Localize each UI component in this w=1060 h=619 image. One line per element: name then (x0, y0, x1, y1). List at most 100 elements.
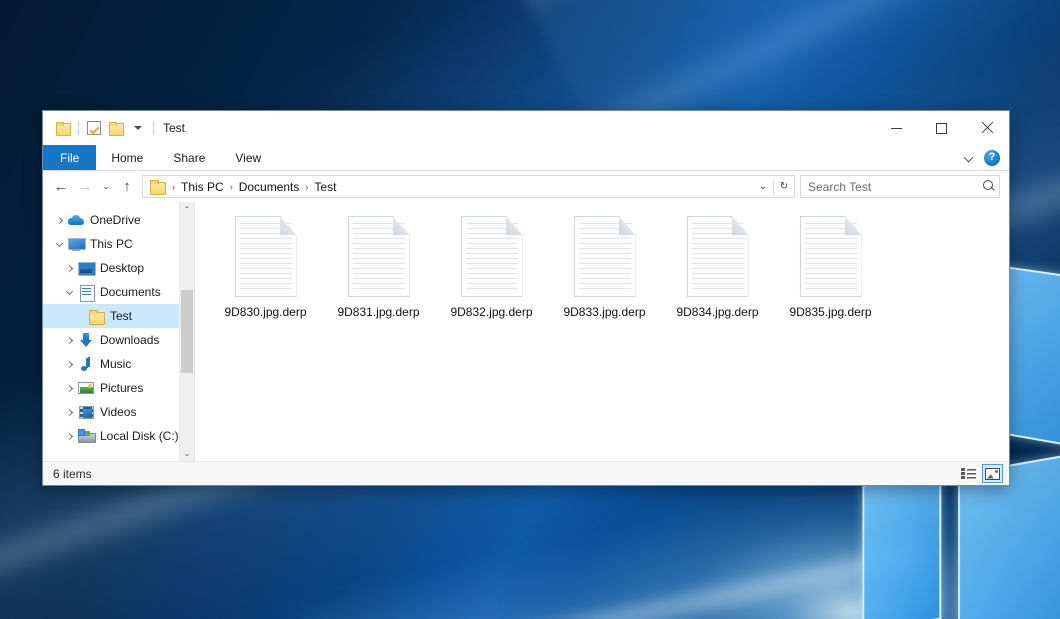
scrollbar-thumb[interactable] (181, 290, 193, 372)
new-folder-icon[interactable] (105, 117, 127, 139)
windows-logo-pane-bottom-left (862, 466, 941, 619)
expand-ribbon-chevron-down-icon[interactable] (965, 153, 974, 162)
sidebar-item-label: Documents (100, 285, 161, 299)
file-name-label: 9D831.jpg.derp (334, 304, 422, 321)
chevron-down-icon[interactable] (51, 232, 67, 256)
close-icon (981, 122, 993, 134)
chevron-right-icon[interactable] (61, 400, 77, 424)
item-count-label: 6 items (53, 467, 92, 481)
sidebar-item-label: Local Disk (C:) (100, 429, 179, 443)
sidebar-item-downloads[interactable]: Downloads (43, 328, 179, 352)
folder-icon[interactable] (52, 117, 74, 139)
file-item[interactable]: 9D834.jpg.derp (661, 214, 774, 334)
minimize-icon (891, 128, 902, 129)
chevron-right-icon[interactable] (51, 208, 67, 232)
back-button[interactable]: ← (49, 175, 73, 199)
large-icons-view-icon (985, 468, 1000, 480)
sidebar-item-label: OneDrive (90, 213, 141, 227)
chevron-right-icon[interactable] (61, 328, 77, 352)
minimize-button[interactable] (874, 111, 919, 145)
tab-home[interactable]: Home (96, 145, 158, 170)
recent-locations-chevron-down-icon[interactable]: ⌄ (97, 175, 115, 199)
chevron-down-icon[interactable] (61, 280, 77, 304)
disk-icon (77, 427, 95, 445)
scroll-up-icon[interactable]: ⌃ (180, 202, 194, 217)
maximize-button[interactable] (919, 111, 964, 145)
folder-icon (87, 307, 105, 325)
sidebar-item-onedrive[interactable]: OneDrive (43, 208, 179, 232)
file-item[interactable]: 9D830.jpg.derp (209, 214, 322, 334)
onedrive-icon (67, 211, 85, 229)
help-icon[interactable]: ? (984, 150, 1000, 166)
file-name-label: 9D834.jpg.derp (673, 304, 761, 321)
sidebar-item-label: Pictures (100, 381, 143, 395)
sidebar-item-videos[interactable]: Videos (43, 400, 179, 424)
sidebar-item-label: Desktop (100, 261, 144, 275)
file-item[interactable]: 9D833.jpg.derp (548, 214, 661, 334)
sidebar-item-music[interactable]: Music (43, 352, 179, 376)
breadcrumb-item-test[interactable]: Test (309, 178, 341, 196)
chevron-right-icon[interactable] (61, 352, 77, 376)
file-name-label: 9D830.jpg.derp (221, 304, 309, 321)
blank-document-icon (346, 216, 412, 300)
chevron-right-icon[interactable] (61, 376, 77, 400)
qat-separator-2 (153, 121, 154, 135)
search-icon[interactable] (982, 180, 995, 193)
sidebar-item-local-disk-c[interactable]: Local Disk (C:) (43, 424, 179, 448)
window-title: Test (163, 121, 185, 135)
up-button[interactable]: ↑ (115, 175, 139, 199)
documents-icon (77, 283, 95, 301)
address-dropdown-chevron-down-icon[interactable]: ⌄ (753, 176, 773, 197)
forward-button[interactable]: → (73, 175, 97, 199)
qat-separator-1 (78, 121, 79, 135)
videos-icon (77, 403, 95, 421)
sidebar-item-this-pc[interactable]: This PC (43, 232, 179, 256)
file-item[interactable]: 9D832.jpg.derp (435, 214, 548, 334)
navigation-pane-scrollbar[interactable]: ⌃ ⌄ (179, 202, 194, 461)
details-view-button[interactable] (958, 464, 979, 483)
chevron-down-icon[interactable] (127, 117, 149, 139)
search-box[interactable] (800, 175, 1000, 198)
chevron-right-icon[interactable] (61, 256, 77, 280)
chevron-right-icon[interactable] (61, 424, 77, 448)
scrollbar-track[interactable] (180, 217, 194, 446)
properties-icon[interactable] (83, 117, 105, 139)
sidebar-item-label: Music (100, 357, 131, 371)
large-icons-view-button[interactable] (982, 464, 1003, 483)
downloads-icon (77, 331, 95, 349)
sidebar-item-label: Test (110, 309, 132, 323)
file-item[interactable]: 9D835.jpg.derp (774, 214, 887, 334)
navigation-tree: OneDrive This PC Desktop Documents (43, 202, 179, 461)
address-bar-row: ← → ⌄ ↑ › This PC › Documents › Test ⌄ ↻ (43, 171, 1009, 202)
address-bar[interactable]: › This PC › Documents › Test ⌄ ↻ (142, 175, 795, 198)
blank-document-icon (685, 216, 751, 300)
sidebar-item-desktop[interactable]: Desktop (43, 256, 179, 280)
close-button[interactable] (964, 111, 1009, 145)
tab-share[interactable]: Share (158, 145, 220, 170)
sidebar-item-pictures[interactable]: Pictures (43, 376, 179, 400)
tab-file[interactable]: File (43, 145, 96, 170)
breadcrumb: › This PC › Documents › Test (143, 178, 753, 196)
breadcrumb-item-documents[interactable]: Documents (234, 178, 305, 196)
file-list-view[interactable]: 9D830.jpg.derp 9D831.jpg.derp (195, 202, 1009, 461)
this-pc-icon (67, 235, 85, 253)
search-input[interactable] (808, 180, 982, 194)
window-body: OneDrive This PC Desktop Documents (43, 202, 1009, 461)
breadcrumb-item-this-pc[interactable]: This PC (176, 178, 229, 196)
blank-document-icon (459, 216, 525, 300)
maximize-icon (936, 123, 947, 134)
scroll-down-icon[interactable]: ⌄ (180, 446, 194, 461)
breadcrumb-folder-icon (148, 178, 166, 196)
tab-view[interactable]: View (220, 145, 276, 170)
sidebar-item-documents[interactable]: Documents (43, 280, 179, 304)
sidebar-item-label: This PC (90, 237, 133, 251)
refresh-icon[interactable]: ↻ (774, 176, 794, 197)
music-icon (77, 355, 95, 373)
file-item[interactable]: 9D831.jpg.derp (322, 214, 435, 334)
file-name-label: 9D832.jpg.derp (447, 304, 535, 321)
sidebar-item-label: Downloads (100, 333, 159, 347)
sidebar-item-test[interactable]: Test (43, 304, 179, 328)
navigation-pane: OneDrive This PC Desktop Documents (43, 202, 195, 461)
file-name-label: 9D835.jpg.derp (786, 304, 874, 321)
status-bar: 6 items (43, 461, 1009, 485)
